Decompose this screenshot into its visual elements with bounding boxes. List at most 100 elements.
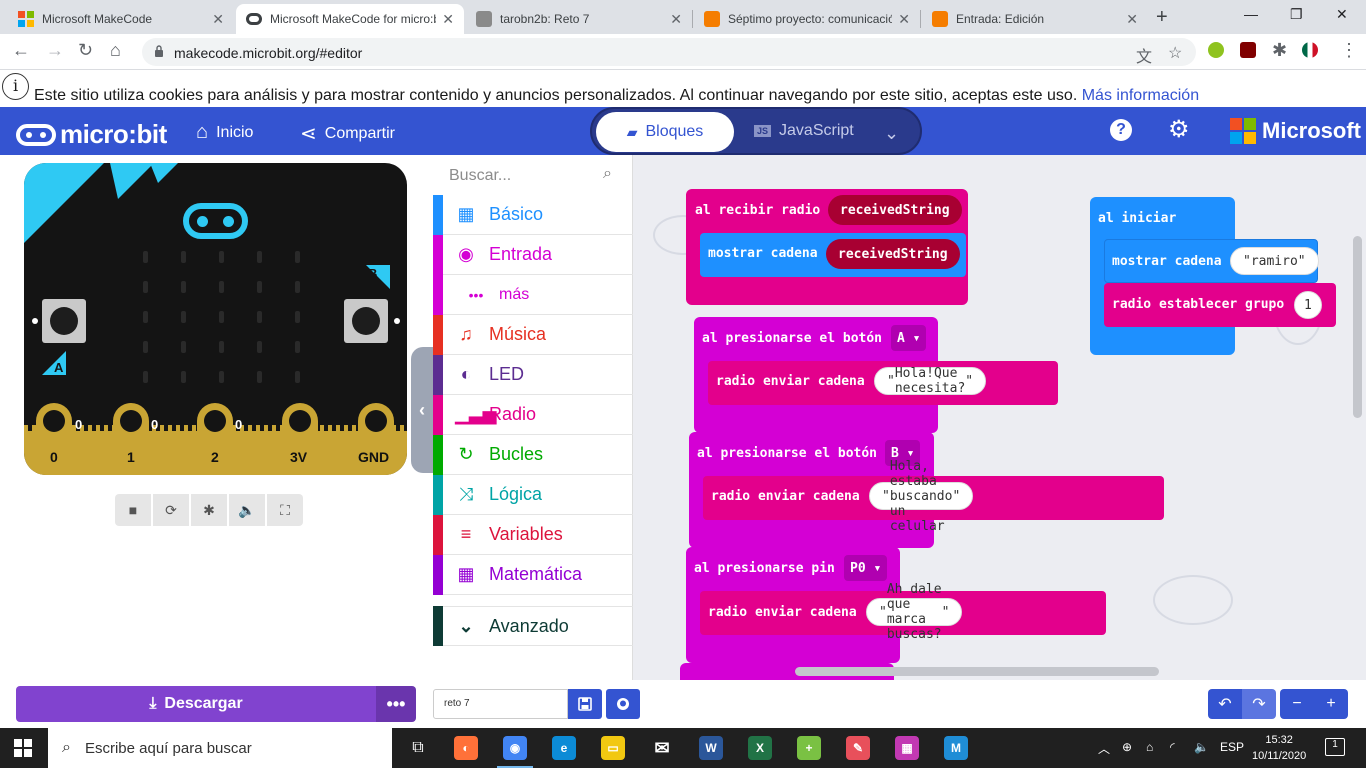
category-variables[interactable]: ≡ Variables [433,514,633,555]
toolbox-search[interactable]: Buscar... ⌕ [433,155,633,195]
microbit-board[interactable]: A B 0 1 2 3V GND 0 0 0 [24,163,407,475]
category-musica[interactable]: ♫ Música [433,314,633,355]
save-button[interactable] [568,689,602,719]
window-close-button[interactable]: ✕ [1336,6,1348,23]
string-value-pill[interactable]: " Ah dale que marca buscas? " [866,582,963,642]
button-b[interactable] [344,299,388,343]
group-number-input[interactable]: 1 [1294,291,1322,319]
app-m-app-icon[interactable]: M [944,736,968,760]
help-icon[interactable]: ? [1110,119,1132,141]
wifi-icon[interactable]: ◜ [1170,740,1175,754]
string-value-pill[interactable]: " Hola, estaba buscando un celular " [869,459,974,534]
undo-button[interactable]: ↶ [1208,689,1242,719]
firefox-app-icon[interactable]: ◐ [454,736,478,760]
download-more-button[interactable]: ••• [376,686,416,722]
extensions-puzzle-icon[interactable]: ✱ [1272,40,1287,61]
app-paint-app-icon[interactable]: ✎ [846,736,870,760]
translate-icon[interactable]: 文 [1136,43,1152,67]
tab-close-icon[interactable]: ✕ [212,11,224,28]
stop-button[interactable]: ■ [115,494,151,526]
taskbar-clock[interactable]: 15:32 10/11/2020 [1252,732,1306,764]
back-button[interactable]: ← [12,40,30,61]
debug-bug-button[interactable]: ✱ [191,494,227,526]
download-button[interactable]: ⤓ Descargar [16,686,376,722]
javascript-tab[interactable]: JS JavaScript [754,122,854,140]
word-app-icon[interactable]: W [699,736,723,760]
received-string-variable[interactable]: receivedString [826,239,960,269]
taskbar-search[interactable]: ⌕ Escribe aquí para buscar [48,728,392,768]
browser-menu-icon[interactable]: ⋮ [1340,40,1358,61]
tab-close-icon[interactable]: ✕ [442,11,454,28]
home-nav-button[interactable]: ⌂ Inicio [196,121,253,144]
category-mas[interactable]: ••• más [433,274,633,315]
string-value-pill[interactable]: " Hola!Que necesita? " [874,366,987,396]
button-dropdown[interactable]: A ▾ [891,325,927,351]
app-green-app-icon[interactable]: + [797,736,821,760]
reload-button[interactable]: ↻ [78,40,93,61]
received-string-variable[interactable]: receivedString [828,195,962,225]
restart-button[interactable]: ⟳ [153,494,189,526]
notification-center-icon[interactable]: 1 [1325,738,1345,756]
chevron-down-icon[interactable]: ⌄ [884,123,899,144]
zoom-out-button[interactable]: − [1280,689,1314,719]
microbit-logo[interactable]: micro:bit [16,119,167,150]
zoom-in-button[interactable]: + [1314,689,1348,719]
network-icon[interactable]: ⌂ [1146,740,1153,754]
category-basico[interactable]: ▦ Básico [433,194,633,235]
windows-start-icon[interactable] [14,739,32,757]
microbit-face-logo[interactable] [183,203,248,239]
edge-app-icon[interactable]: e [552,736,576,760]
button-a[interactable] [42,299,86,343]
category-led[interactable]: ◐ LED [433,354,633,395]
tray-chevron-icon[interactable]: ︿ [1098,740,1110,757]
tray-app-icon[interactable]: ⊕ [1122,740,1132,754]
category-radio[interactable]: ▁▃▅ Radio [433,394,633,435]
profile-avatar[interactable] [1302,42,1318,58]
pin-dropdown[interactable]: P0 ▾ [844,555,888,581]
tab-septimo-proyecto[interactable]: Séptimo proyecto: comunicación ✕ [694,4,920,34]
microsoft-logo[interactable]: Microsoft [1230,118,1361,144]
minimize-button[interactable]: — [1244,6,1258,22]
extension-icon[interactable] [1208,42,1224,58]
string-value-pill[interactable]: " ramiro " [1230,247,1319,275]
category-bucles[interactable]: ↻ Bucles [433,434,633,475]
volume-icon[interactable]: 🔈 [1194,740,1209,754]
category-logica[interactable]: ⤨ Lógica [433,474,633,515]
new-tab-button[interactable]: + [1156,6,1168,29]
blocks-tab[interactable]: ▰ Bloques [596,112,734,152]
tab-entrada-edicion[interactable]: Entrada: Edición ✕ [922,4,1148,34]
tab-makecode[interactable]: Microsoft MakeCode ✕ [8,4,234,34]
category-entrada[interactable]: ◉ Entrada [433,234,633,275]
chrome-app-icon[interactable]: ◉ [497,736,533,768]
maximize-button[interactable]: ❐ [1290,6,1303,23]
search-input[interactable]: Buscar... [449,167,511,185]
category-matematica[interactable]: ▦ Matemática [433,554,633,595]
tab-close-icon[interactable]: ✕ [670,11,682,28]
tab-makecode-microbit[interactable]: Microsoft MakeCode for micro:bit ✕ [236,4,464,34]
redo-button[interactable]: ↷ [1242,689,1276,719]
github-button[interactable] [606,689,640,719]
mute-button[interactable]: 🔈 [229,494,265,526]
address-bar[interactable]: makecode.microbit.org/#editor 文 ☆ [142,38,1196,66]
forward-button[interactable]: → [46,40,64,61]
tab-close-icon[interactable]: ✕ [898,11,910,28]
share-button[interactable]: ⋖ Compartir [300,121,395,146]
collapse-simulator-button[interactable]: ‹ [411,347,433,473]
workspace-horizontal-scrollbar[interactable] [795,667,1159,676]
task-view-icon[interactable]: ⧉ [406,736,430,760]
settings-gear-icon[interactable]: ⚙ [1168,115,1190,144]
category-avanzado[interactable]: ⌄ Avanzado [433,606,633,646]
bookmark-star-icon[interactable]: ☆ [1168,43,1182,63]
excel-app-icon[interactable]: X [748,736,772,760]
tab-reto7[interactable]: tarobn2b: Reto 7 ✕ [466,4,692,34]
app-cube-app-icon[interactable]: ▦ [895,736,919,760]
fullscreen-button[interactable]: ⛶ [267,494,303,526]
explorer-app-icon[interactable]: ▭ [601,736,625,760]
more-info-link[interactable]: Más información [1082,87,1199,104]
language-indicator[interactable]: ESP [1220,740,1244,754]
mail-app-icon[interactable]: ✉ [650,736,674,760]
workspace-vertical-scrollbar[interactable] [1353,236,1362,418]
home-button[interactable]: ⌂ [110,40,121,61]
ublock-icon[interactable] [1240,42,1256,58]
project-name-input[interactable]: reto 7 [433,689,568,719]
